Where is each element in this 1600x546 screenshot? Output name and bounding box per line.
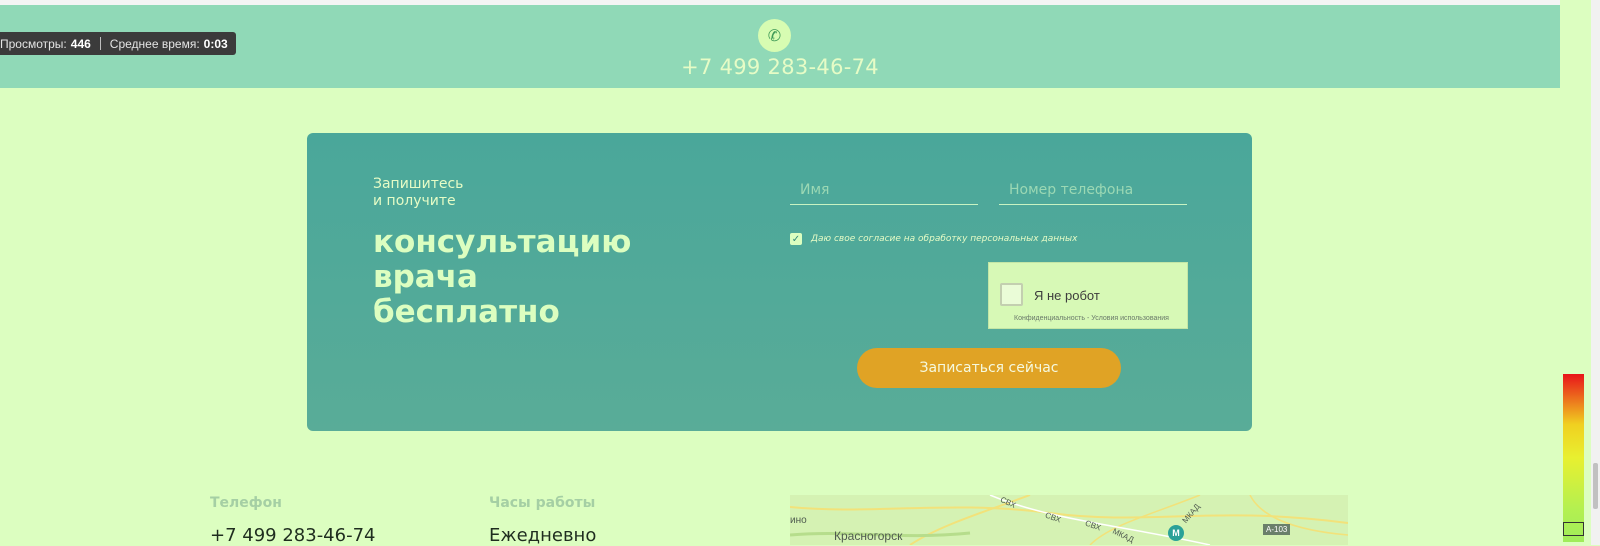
stats-bar: Просмотры: 446 Среднее время: 0:03 — [0, 32, 236, 55]
phone-icon[interactable]: ✆ — [758, 19, 791, 52]
stats-divider — [99, 37, 101, 50]
map-label-ino: ино — [790, 515, 807, 526]
pre-title-line-1: Запишитесь — [373, 176, 464, 192]
consultation-form: Запишитесь и получите консультацию врача… — [307, 133, 1252, 431]
avg-time-label: Среднее время: — [109, 36, 200, 51]
contact-phone-label: Телефон — [210, 495, 282, 511]
scrollbar-thumb[interactable] — [1593, 463, 1598, 509]
hours-label: Часы работы — [489, 495, 596, 511]
header-phone[interactable]: +7 499 283-46-74 — [0, 55, 1560, 79]
metro-icon: М — [1168, 525, 1184, 541]
map-label-city: Красногорск — [834, 529, 903, 543]
heatmap-scale — [1563, 374, 1584, 542]
consent-text: Даю свое согласие на обработку персональ… — [811, 234, 1078, 244]
road-badge: А-103 — [1263, 524, 1291, 535]
heatmap-scale-marker[interactable] — [1563, 522, 1584, 536]
avg-time-value: 0:03 — [203, 36, 228, 51]
location-map[interactable]: ино Красногорск СВХ СВХ СВХ МКАД МКАД М … — [790, 495, 1348, 545]
views-value: 446 — [70, 36, 91, 51]
consent-row[interactable]: ✓ Даю свое согласие на обработку персона… — [790, 233, 1077, 245]
recaptcha-widget: Я не робот Конфиденциальность - Условия … — [988, 262, 1188, 329]
recaptcha-links[interactable]: Конфиденциальность - Условия использован… — [1014, 315, 1169, 322]
pre-title-line-2: и получите — [373, 193, 456, 209]
form-title: консультацию врача бесплатно — [373, 225, 631, 330]
title-line-1: консультацию — [373, 224, 632, 260]
phone-input[interactable] — [999, 175, 1187, 205]
recaptcha-label: Я не робот — [1034, 288, 1100, 303]
title-line-3: бесплатно — [373, 294, 560, 330]
name-input[interactable] — [790, 175, 978, 205]
submit-button[interactable]: Записаться сейчас — [857, 348, 1121, 388]
views-label: Просмотры: — [0, 36, 67, 51]
hours-value: Ежедневно — [489, 525, 597, 546]
recaptcha-checkbox[interactable] — [1000, 283, 1023, 306]
consent-checkbox[interactable]: ✓ — [790, 233, 802, 245]
contact-phone-value[interactable]: +7 499 283-46-74 — [210, 525, 376, 546]
title-line-2: врача — [373, 259, 478, 295]
form-pre-title: Запишитесь и получите — [373, 176, 463, 210]
